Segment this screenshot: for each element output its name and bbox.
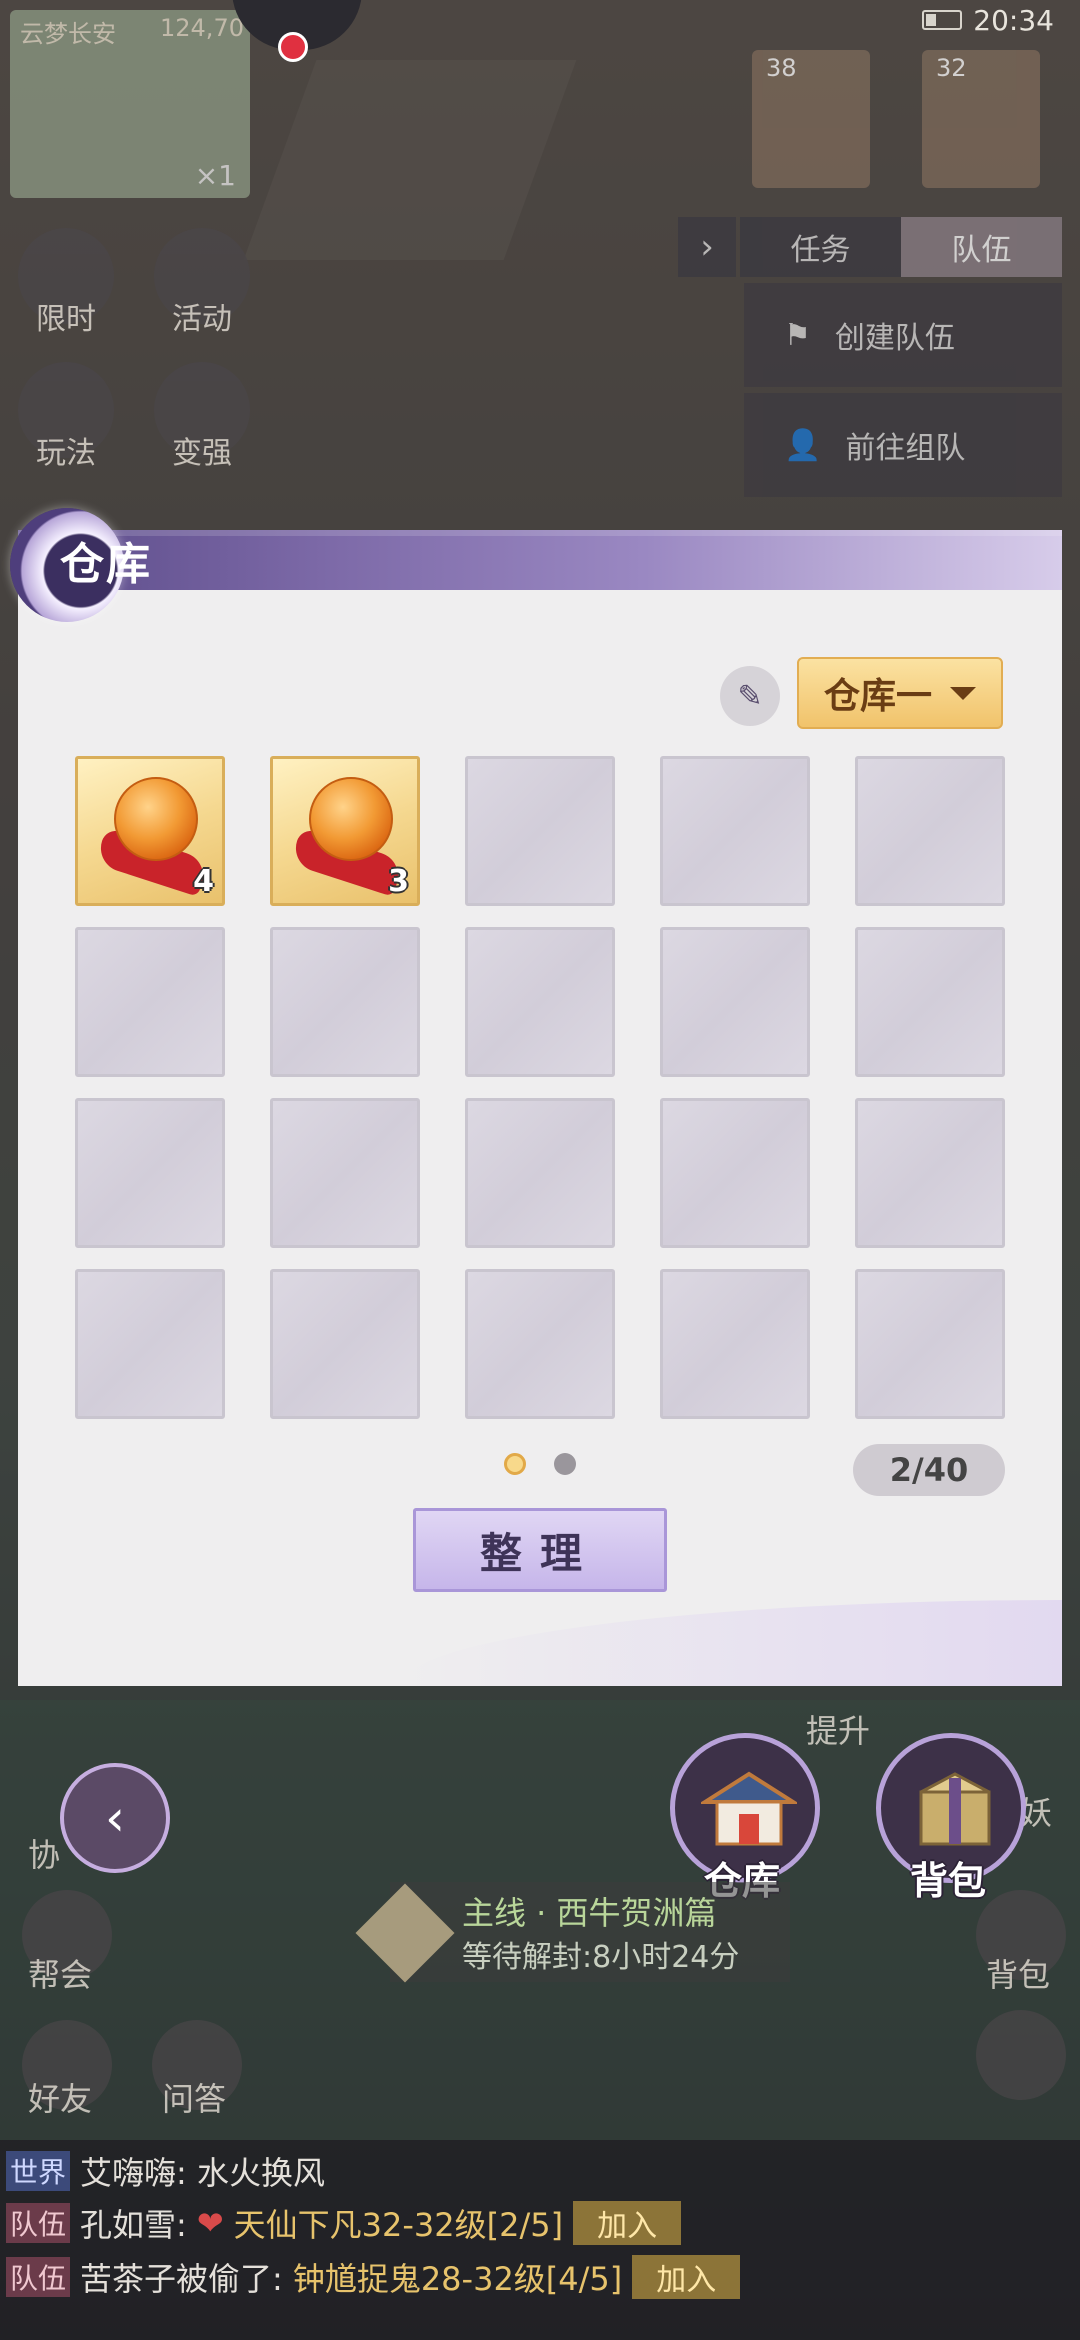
backpack-icon (919, 1772, 991, 1846)
create-team-label: 创建队伍 (834, 321, 955, 356)
minimap-title: 云梦长安 (20, 20, 116, 48)
quest-title: 主线 · 西牛贺洲篇 (462, 1894, 717, 1932)
storage-slot-empty[interactable] (465, 1269, 615, 1419)
chat-line: 队伍 苦茶子被偷了: 钟馗捉鬼28-32级[4/5] 加入 (6, 2254, 741, 2300)
storage-slot-empty[interactable] (855, 1269, 1005, 1419)
fire-orb-icon (309, 777, 393, 861)
storage-slot-empty[interactable] (75, 927, 225, 1077)
menu-strengthen[interactable]: 变强 (150, 362, 254, 472)
flag-icon: ⚑ (784, 317, 811, 353)
capacity-badge: 2/40 (853, 1444, 1005, 1496)
bag-label[interactable]: 背包 (986, 1950, 1050, 1996)
storage-slot-empty[interactable] (465, 756, 615, 906)
character-level: 32 (936, 54, 967, 82)
tab-team[interactable]: 队伍 (901, 217, 1062, 277)
chat-line: 世界 艾嗨嗨: 水火换风 (6, 2148, 325, 2194)
chat-line: 队伍 孔如雪: ❤ 天仙下凡32-32级[2/5] 加入 (6, 2200, 682, 2246)
upgrade-label: 提升 (806, 1712, 871, 1750)
tab-task[interactable]: 任务 (740, 217, 901, 277)
menu-gameplay-label: 玩法 (36, 436, 96, 471)
friends-label[interactable]: 好友 (28, 2074, 92, 2120)
chat-name: 苦茶子被偷了: (80, 2260, 283, 2298)
add-user-icon: 👤 (784, 427, 822, 463)
chat-channel: 队伍 (6, 2257, 71, 2297)
chat-name: 孔如雪: (80, 2206, 187, 2244)
item-count: 3 (388, 864, 409, 899)
fire-orb-icon (114, 777, 198, 861)
menu-gameplay[interactable]: 玩法 (14, 362, 118, 472)
storage-slot-empty[interactable] (75, 1098, 225, 1248)
notification-dot (278, 32, 308, 62)
backpack-button-label: 背包 (910, 1859, 987, 1903)
pet-portrait[interactable]: 38 (752, 50, 870, 188)
warehouse-select-value: 仓库一 (823, 676, 932, 717)
menu-limited-label: 限时 (36, 302, 96, 337)
character-portrait[interactable]: 32 (922, 50, 1040, 188)
quest-subtitle: 等待解封:8小时24分 (462, 1940, 740, 1975)
storage-grid: 4 3 (75, 756, 1008, 1419)
edit-brush-icon[interactable]: ✎ (720, 666, 780, 726)
heart-icon: ❤ (196, 2204, 224, 2242)
caret-down-icon (950, 686, 976, 700)
pet-level: 38 (766, 54, 797, 82)
menu-strengthen-label: 变强 (172, 436, 232, 471)
qa-label[interactable]: 问答 (162, 2074, 226, 2120)
xie-label: 协 (28, 1836, 61, 1874)
flower-menu-icon[interactable] (976, 2010, 1066, 2100)
battery-icon (922, 10, 962, 30)
menu-limited[interactable]: 限时 (14, 228, 118, 338)
status-time: 20:34 (973, 4, 1054, 37)
sort-button[interactable]: 整理 (413, 1508, 667, 1592)
storage-slot-empty[interactable] (855, 1098, 1005, 1248)
storage-slot-empty[interactable] (660, 1098, 810, 1248)
join-team-label: 前往组队 (845, 431, 966, 466)
storage-slot[interactable]: 3 (270, 756, 420, 906)
page-dot-1[interactable] (504, 1453, 526, 1475)
minimap-count: ×1 (194, 159, 236, 192)
collapse-arrow-icon[interactable]: › (678, 217, 736, 277)
page-dot-2[interactable] (554, 1453, 576, 1475)
minimap-coords: 124,70 (160, 14, 244, 42)
storage-slot-empty[interactable] (75, 1269, 225, 1419)
join-button[interactable]: 加入 (573, 2201, 682, 2245)
create-team-button[interactable]: ⚑ 创建队伍 (744, 283, 1062, 387)
storage-slot-empty[interactable] (465, 927, 615, 1077)
storage-slot-empty[interactable] (855, 927, 1005, 1077)
chat-channel: 世界 (6, 2151, 71, 2191)
storage-slot-empty[interactable] (660, 756, 810, 906)
chat-channel: 队伍 (6, 2203, 71, 2243)
storage-slot-empty[interactable] (465, 1098, 615, 1248)
chat-team-info: 天仙下凡32-32级[2/5] (233, 2206, 564, 2244)
task-team-tabs: 任务 队伍 (740, 217, 1062, 277)
storage-slot-empty[interactable] (270, 1098, 420, 1248)
menu-activity[interactable]: 活动 (150, 228, 254, 338)
join-team-button[interactable]: 👤 前往组队 (744, 393, 1062, 497)
item-count: 4 (193, 864, 214, 899)
chat-team-info: 钟馗捉鬼28-32级[4/5] (292, 2260, 623, 2298)
warehouse-icon (701, 1771, 797, 1846)
chat-text: 艾嗨嗨: 水火换风 (80, 2154, 325, 2192)
warehouse-select[interactable]: 仓库一 (797, 657, 1003, 729)
storage-slot-empty[interactable] (270, 927, 420, 1077)
dialog-title: 仓库 (60, 539, 152, 590)
storage-slot-empty[interactable] (270, 1269, 420, 1419)
guild-label[interactable]: 帮会 (28, 1950, 92, 1996)
minimap[interactable]: 云梦长安 124,70 ×1 (10, 10, 250, 198)
storage-slot-empty[interactable] (660, 1269, 810, 1419)
join-button[interactable]: 加入 (632, 2255, 741, 2299)
storage-slot[interactable]: 4 (75, 756, 225, 906)
storage-slot-empty[interactable] (855, 756, 1005, 906)
back-arrow-icon[interactable]: ‹ (60, 1763, 170, 1873)
storage-slot-empty[interactable] (660, 927, 810, 1077)
menu-activity-label: 活动 (172, 302, 232, 337)
dialog-header (18, 530, 1062, 592)
